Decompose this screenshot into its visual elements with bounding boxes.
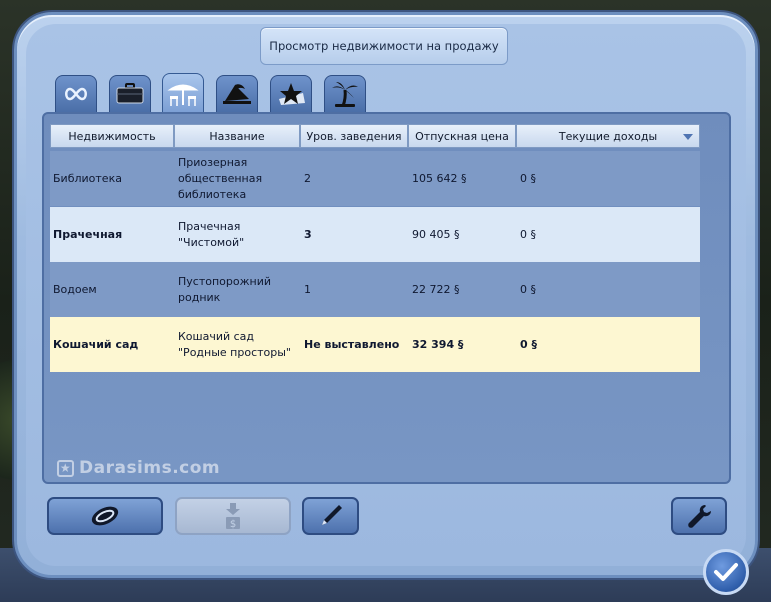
checkmark-icon bbox=[714, 563, 738, 581]
sell-sign-icon: $ bbox=[226, 503, 240, 530]
wrench-icon bbox=[688, 505, 711, 528]
table-row[interactable]: Кошачий сад Кошачий сад "Родные просторы… bbox=[50, 317, 700, 372]
watermark-star-icon: ★ bbox=[57, 459, 74, 477]
table-row[interactable]: Водоем Пустопорожний родник 1 22 722 § 0… bbox=[50, 262, 700, 317]
cell-income: 0 § bbox=[520, 337, 537, 351]
tools-button[interactable] bbox=[671, 497, 727, 535]
infinity-icon bbox=[65, 87, 87, 101]
edit-button[interactable] bbox=[302, 497, 359, 535]
cell-price: 22 722 § bbox=[412, 282, 460, 296]
cell-level: 3 bbox=[304, 227, 312, 241]
palm-tree-icon bbox=[332, 82, 358, 107]
watermark-text: Darasims.com bbox=[79, 458, 221, 478]
dialog-title-box: Просмотр недвижимости на продажу bbox=[260, 27, 508, 65]
tab-business[interactable] bbox=[109, 75, 151, 112]
cell-income: 0 § bbox=[520, 282, 536, 296]
tab-resort[interactable] bbox=[162, 73, 204, 113]
tab-tropical[interactable] bbox=[324, 75, 366, 112]
tab-favorites[interactable] bbox=[270, 75, 312, 112]
dialog-title: Просмотр недвижимости на продажу bbox=[269, 39, 499, 53]
column-header-price[interactable]: Отпускная цена bbox=[408, 124, 516, 148]
cell-property: Кошачий сад bbox=[53, 337, 139, 351]
table-header: Недвижимость Название Уров. заведения От… bbox=[50, 124, 700, 148]
cell-income: 0 § bbox=[520, 227, 536, 241]
confirm-button[interactable] bbox=[703, 549, 749, 595]
column-header-property[interactable]: Недвижимость bbox=[50, 124, 174, 148]
watermark: ★ Darasims.com bbox=[57, 457, 220, 479]
cell-price: 105 642 § bbox=[412, 171, 467, 185]
coin-button[interactable] bbox=[47, 497, 163, 535]
column-header-income-label: Текущие доходы bbox=[558, 129, 658, 143]
cell-level: Не выставлено bbox=[304, 337, 400, 351]
table-row[interactable]: Прачечная Прачечная "Чистомой" 3 90 405 … bbox=[50, 207, 700, 262]
island-icon bbox=[223, 84, 251, 104]
cell-property: Прачечная bbox=[53, 227, 123, 241]
sort-descending-icon bbox=[683, 134, 693, 140]
cell-name: Пустопорожний родник bbox=[178, 274, 272, 304]
tab-all[interactable] bbox=[55, 75, 97, 112]
star-icon bbox=[279, 83, 305, 105]
pen-icon bbox=[321, 505, 342, 525]
cell-price: 90 405 § bbox=[412, 227, 460, 241]
cell-level: 2 bbox=[304, 171, 311, 185]
cell-property: Водоем bbox=[53, 282, 97, 296]
column-header-name[interactable]: Название bbox=[174, 124, 300, 148]
cell-name: Прачечная "Чистомой" bbox=[178, 219, 245, 249]
coin-icon bbox=[91, 506, 119, 526]
table-row[interactable]: Библиотека Приозерная общественная библи… bbox=[50, 151, 700, 206]
cell-price: 32 394 § bbox=[412, 337, 464, 351]
column-header-income[interactable]: Текущие доходы bbox=[516, 124, 700, 148]
briefcase-icon bbox=[116, 83, 144, 104]
column-header-level[interactable]: Уров. заведения bbox=[300, 124, 408, 148]
tab-island[interactable] bbox=[216, 75, 258, 112]
cell-name: Приозерная общественная библиотека bbox=[178, 155, 263, 201]
sell-button[interactable]: $ bbox=[175, 497, 291, 535]
cell-name: Кошачий сад "Родные просторы" bbox=[178, 329, 291, 359]
cell-property: Библиотека bbox=[53, 171, 122, 185]
beach-cafe-icon bbox=[167, 84, 199, 106]
cell-income: 0 § bbox=[520, 171, 536, 185]
cell-level: 1 bbox=[304, 282, 311, 296]
svg-text:$: $ bbox=[230, 519, 236, 530]
